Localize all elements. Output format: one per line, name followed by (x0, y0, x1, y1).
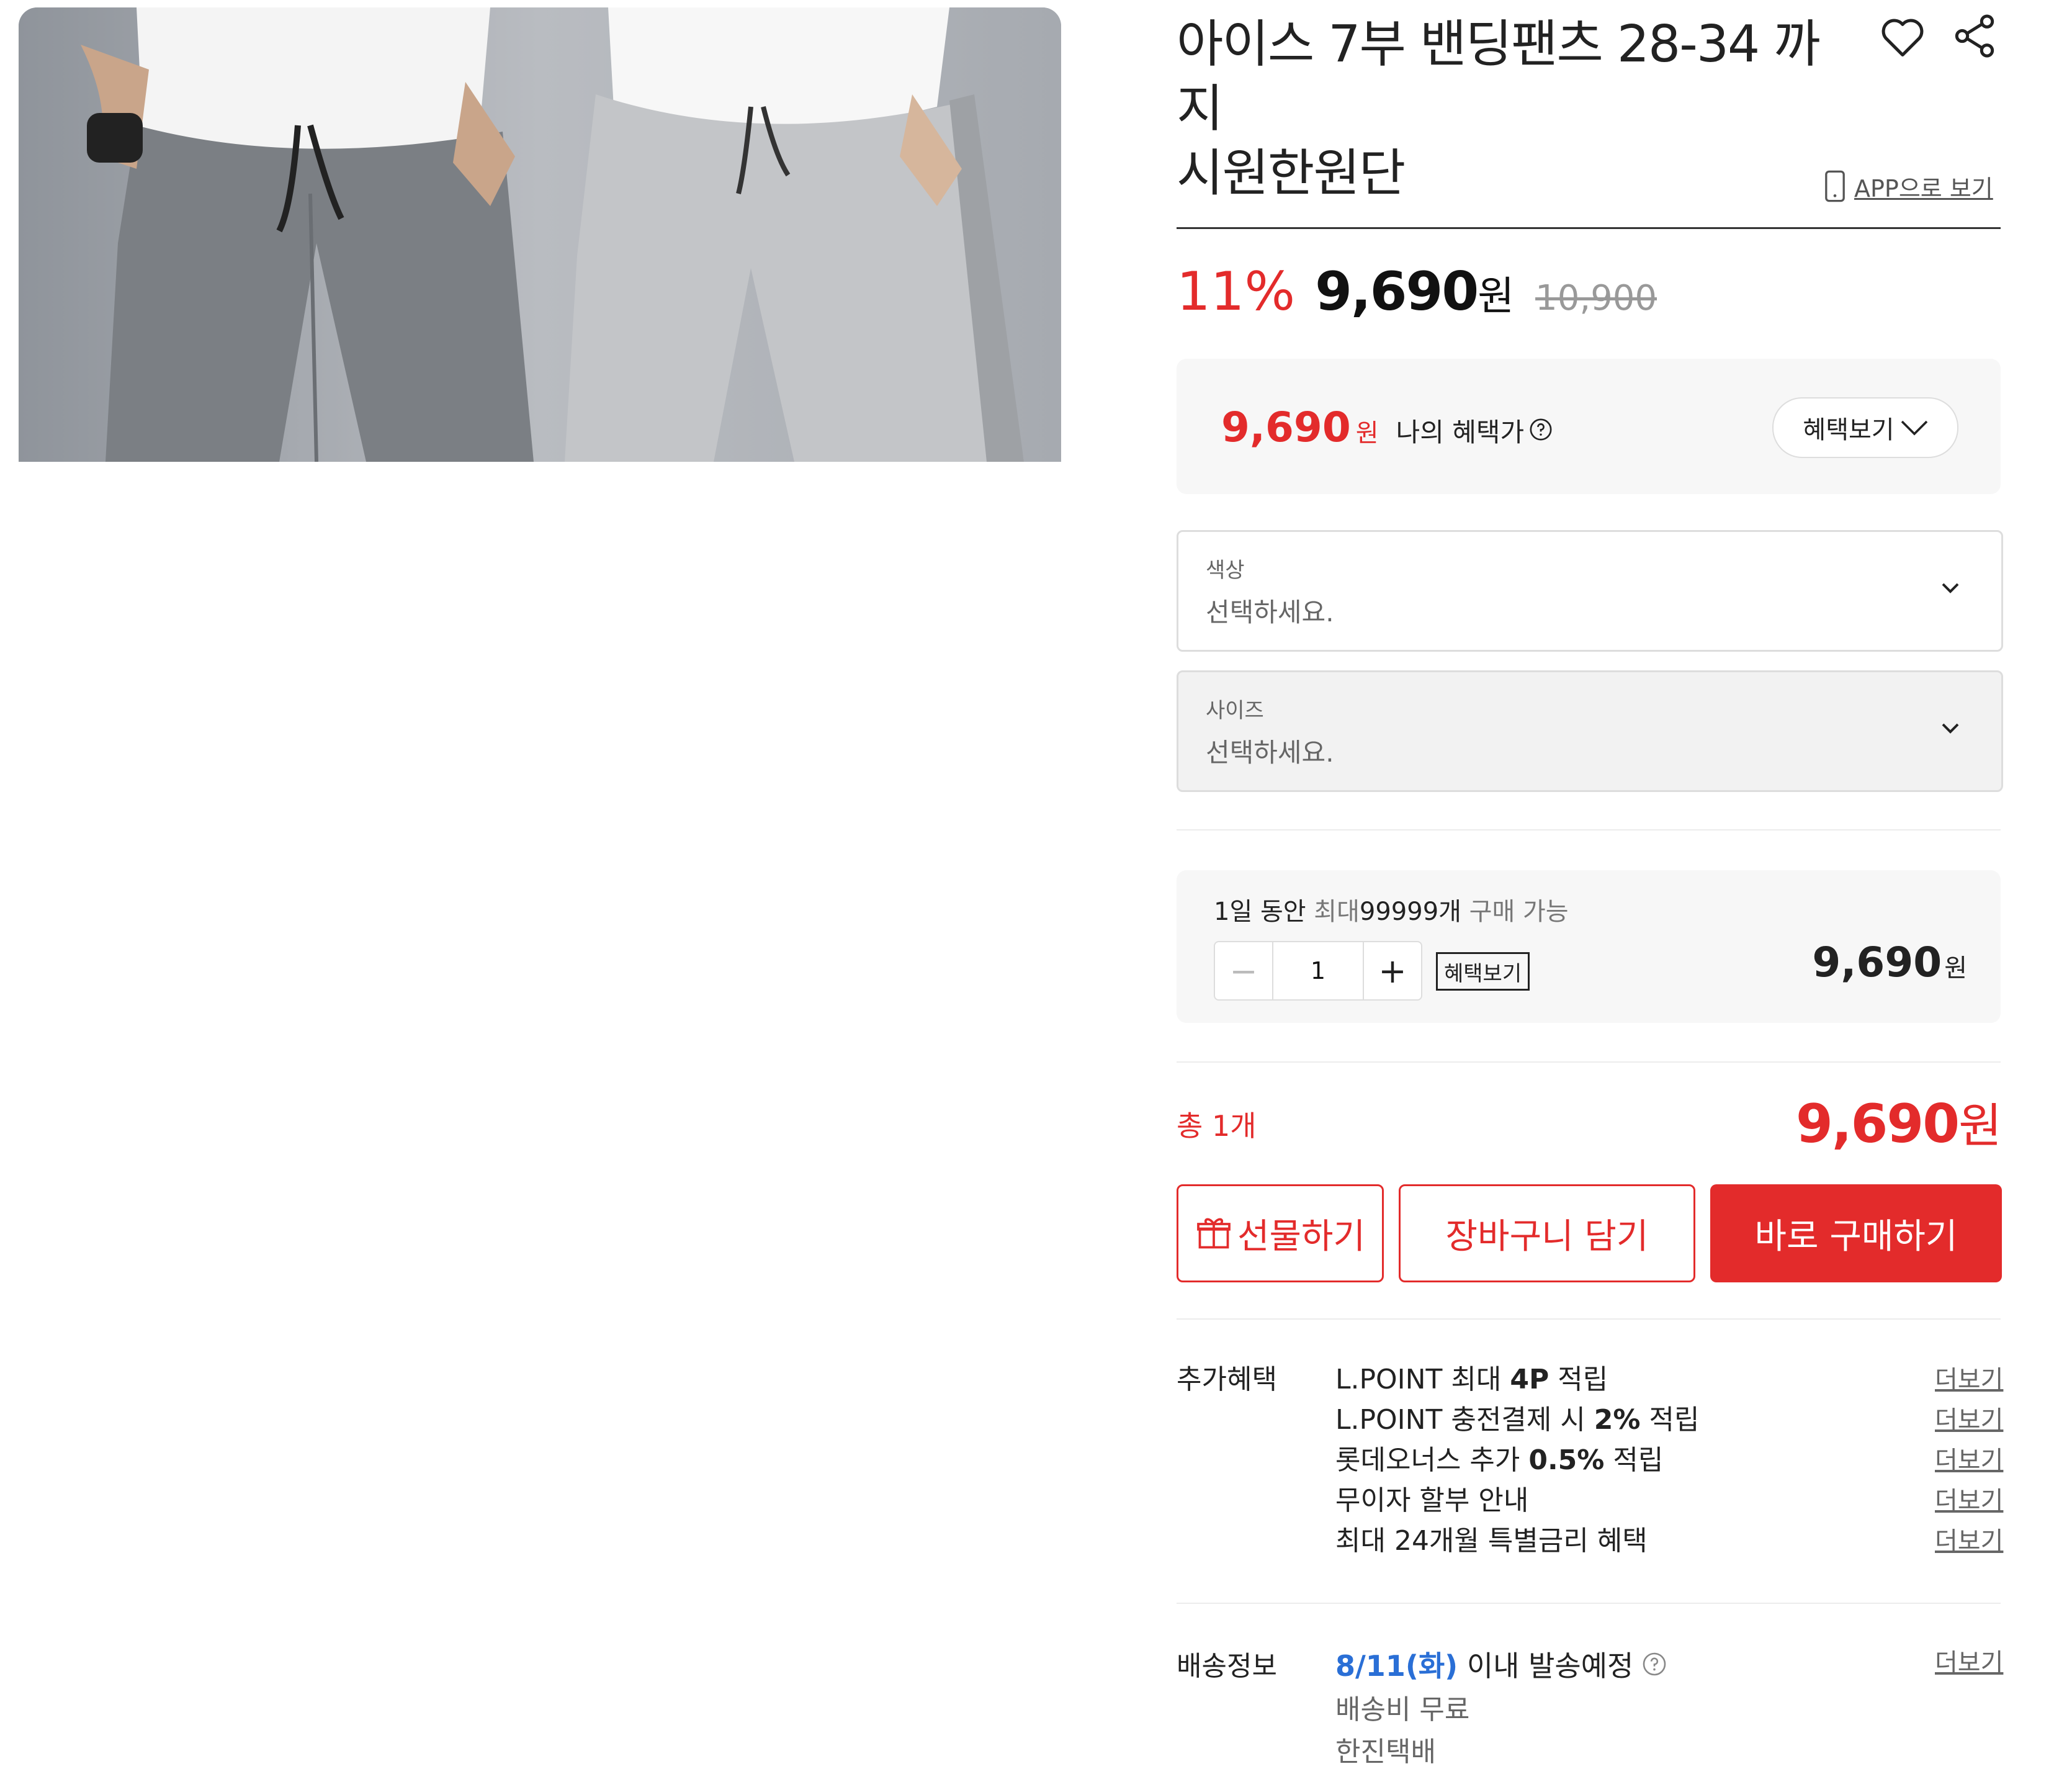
limit-middle: 최대 (1314, 898, 1360, 926)
buy-now-button[interactable]: 바로 구매하기 (1710, 1184, 2002, 1282)
gift-icon (1197, 1218, 1231, 1249)
total-price: 9,690원 (1775, 1087, 2002, 1156)
benefit-price-currency: 원 (1355, 419, 1379, 448)
quantity-decrease-button[interactable]: − (1215, 942, 1272, 999)
extra-benefits-label: 추가혜택 (1177, 1364, 1277, 1395)
share-icon[interactable] (1950, 11, 1999, 61)
total-price-value: 9,690 (1796, 1093, 1960, 1155)
size-select-label: 사이즈 (1206, 698, 1264, 723)
benefit-item-lpoint-charge: L.POINT 충전결제 시 2% 적립 (1335, 1404, 1700, 1436)
shipping-carrier: 한진택배 (1335, 1736, 1436, 1768)
product-title-line1: 아이스 7부 밴딩팬츠 28-34 까지 (1177, 15, 1821, 138)
original-price: 10,900 (1535, 278, 1657, 318)
quantity-value[interactable]: 1 (1272, 942, 1364, 999)
size-select-value: 선택하세요. (1206, 737, 1334, 768)
shipping-text: 이내 발송예정 (1466, 1649, 1634, 1683)
color-select-value: 선택하세요. (1206, 597, 1334, 628)
benefit-item-special-rate: 최대 24개월 특별금리 혜택 (1335, 1525, 1648, 1557)
discount-rate: 11% (1177, 261, 1296, 323)
limit-prefix: 1일 동안 (1214, 898, 1306, 926)
chevron-down-icon (1942, 583, 1959, 593)
total-currency: 원 (1958, 1098, 2002, 1153)
product-title: 아이스 7부 밴딩팬츠 28-34 까지 시원한원단 (1177, 12, 1859, 206)
more-link[interactable]: 더보기 (1935, 1521, 2003, 1557)
options-divider (1177, 829, 2001, 830)
shipping-more-link[interactable]: 더보기 (1935, 1642, 2003, 1678)
more-link[interactable]: 더보기 (1935, 1400, 2003, 1436)
gift-button[interactable]: 선물하기 (1177, 1184, 1384, 1282)
quantity-stepper: − 1 + (1214, 941, 1422, 1001)
view-benefits-button[interactable]: 혜택보기 (1772, 397, 1958, 458)
quantity-benefit-button[interactable]: 혜택보기 (1436, 952, 1530, 991)
mobile-phone-icon (1825, 170, 1845, 202)
app-view-label: APP으로 보기 (1854, 174, 1993, 202)
product-image (19, 7, 1061, 462)
app-view-link[interactable]: APP으로 보기 (1824, 166, 1993, 206)
gift-button-label: 선물하기 (1237, 1216, 1366, 1257)
chevron-down-icon (1942, 723, 1959, 734)
line-item-price-value: 9,690 (1812, 939, 1942, 986)
purchase-limit: 1일 동안 최대99999개 구매 가능 (1214, 891, 1569, 927)
heart-icon[interactable] (1879, 14, 1926, 61)
quantity-increase-button[interactable]: + (1364, 942, 1421, 999)
benefits-divider (1177, 1603, 2001, 1604)
benefit-price-value: 9,690 (1221, 403, 1351, 451)
add-to-cart-button[interactable]: 장바구니 담기 (1399, 1184, 1695, 1282)
shipping-schedule: 8/11(화) 이내 발송예정 (1335, 1644, 1667, 1685)
price-row: 11% 9,690 원 10,900 (1177, 261, 1657, 329)
color-select[interactable]: 색상 선택하세요. (1177, 530, 2003, 652)
my-benefit-price: 9,690 원 나의 혜택가 (1221, 403, 1553, 451)
actions-divider (1177, 1318, 2001, 1320)
more-link[interactable]: 더보기 (1935, 1359, 2003, 1395)
help-icon[interactable] (1529, 418, 1553, 441)
quantity-divider (1177, 1061, 2001, 1063)
shipping-fee: 배송비 무료 (1335, 1694, 1470, 1726)
title-divider (1177, 227, 2001, 229)
line-item-currency: 원 (1944, 954, 1967, 983)
line-item-price: 9,690 원 (1800, 939, 1967, 986)
size-select[interactable]: 사이즈 선택하세요. (1177, 670, 2003, 792)
benefit-item-lpoint-max: L.POINT 최대 4P 적립 (1335, 1364, 1608, 1395)
sale-price: 9,690 (1315, 261, 1479, 323)
chevron-down-icon (1901, 420, 1927, 436)
benefit-item-installment: 무이자 할부 안내 (1335, 1485, 1529, 1516)
more-link[interactable]: 더보기 (1935, 1440, 2003, 1476)
help-icon[interactable] (1642, 1652, 1667, 1677)
shipping-label: 배송정보 (1177, 1650, 1277, 1682)
total-count: 총 1개 (1177, 1109, 1257, 1143)
shipping-date: 8/11(화) (1335, 1649, 1458, 1683)
view-benefits-label: 혜택보기 (1803, 416, 1895, 444)
product-title-line2: 시원한원단 (1177, 144, 1406, 203)
benefit-item-lotte-owners: 롯데오너스 추가 0.5% 적립 (1335, 1444, 1664, 1476)
limit-suffix: 구매 가능 (1469, 898, 1569, 926)
benefit-price-label: 나의 혜택가 (1396, 417, 1525, 448)
price-currency: 원 (1478, 274, 1515, 320)
limit-count: 99999개 (1359, 898, 1461, 926)
more-link[interactable]: 더보기 (1935, 1480, 2003, 1516)
color-select-label: 색상 (1206, 558, 1245, 583)
